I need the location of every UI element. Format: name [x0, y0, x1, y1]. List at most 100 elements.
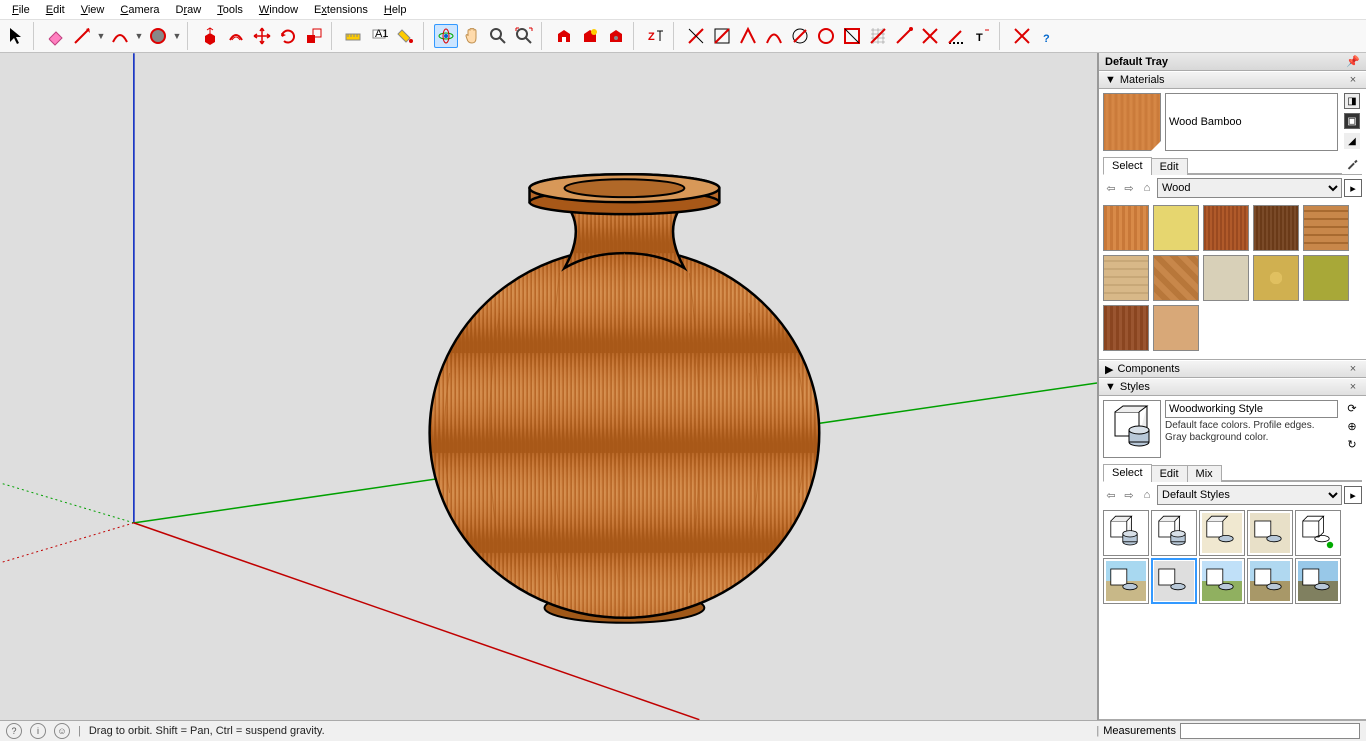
material-swatch-wood-bamboo[interactable] — [1103, 205, 1149, 251]
styles-nav-forward[interactable]: ⇨ — [1121, 487, 1137, 503]
style-thumb-5[interactable] — [1295, 510, 1341, 556]
materials-nav-back[interactable]: ⇦ — [1103, 180, 1119, 196]
red-tool-8[interactable] — [866, 24, 890, 48]
style-refresh-icon[interactable]: ↻ — [1344, 436, 1360, 452]
material-create-icon[interactable]: ▣ — [1344, 113, 1360, 129]
material-name-input[interactable] — [1165, 93, 1338, 151]
line-tool[interactable] — [70, 24, 94, 48]
3d-viewport[interactable] — [0, 53, 1098, 720]
material-swatch-wood-osb[interactable] — [1253, 255, 1299, 301]
style-new-icon[interactable]: ⊕ — [1344, 418, 1360, 434]
styles-tab-select[interactable]: Select — [1103, 464, 1152, 482]
text-tool[interactable]: A1 — [368, 24, 392, 48]
material-swatch-wood-parquet[interactable] — [1153, 255, 1199, 301]
material-swatch-wood-mahogany[interactable] — [1103, 305, 1149, 351]
components-panel-header[interactable]: ▶ Components × — [1099, 360, 1366, 378]
red-tool-5[interactable] — [788, 24, 812, 48]
style-thumb-1[interactable] — [1103, 510, 1149, 556]
status-help-icon[interactable]: ? — [6, 723, 22, 739]
move-tool[interactable] — [250, 24, 274, 48]
style-thumb-7[interactable] — [1151, 558, 1197, 604]
menu-draw[interactable]: Draw — [168, 2, 210, 18]
material-swatch-wood-ash[interactable] — [1203, 255, 1249, 301]
zoom-extents-tool[interactable] — [512, 24, 536, 48]
help-tool[interactable]: ? — [1036, 24, 1060, 48]
warehouse-share-tool[interactable] — [578, 24, 602, 48]
material-swatch-wood-floor[interactable] — [1303, 205, 1349, 251]
materials-details-icon[interactable]: ▸ — [1344, 179, 1362, 197]
extension-warehouse-tool[interactable] — [604, 24, 628, 48]
rotate-tool[interactable] — [276, 24, 300, 48]
red-tool-7[interactable] — [840, 24, 864, 48]
materials-close-icon[interactable]: × — [1346, 73, 1360, 87]
arc-tool[interactable] — [108, 24, 132, 48]
tray-pin-icon[interactable]: 📌 — [1346, 55, 1360, 69]
pushpull-tool[interactable] — [198, 24, 222, 48]
paint-tool[interactable] — [394, 24, 418, 48]
scale-tool[interactable] — [302, 24, 326, 48]
eyedropper-icon[interactable] — [1342, 157, 1362, 174]
orbit-tool[interactable] — [434, 24, 458, 48]
red-tool-2[interactable] — [710, 24, 734, 48]
pan-tool[interactable] — [460, 24, 484, 48]
menu-help[interactable]: Help — [376, 2, 415, 18]
red-tool-3[interactable] — [736, 24, 760, 48]
layer-z-tool[interactable]: Z — [644, 24, 668, 48]
materials-tab-edit[interactable]: Edit — [1151, 158, 1188, 175]
components-close-icon[interactable]: × — [1346, 362, 1360, 376]
style-thumb-9[interactable] — [1247, 558, 1293, 604]
menu-tools[interactable]: Tools — [209, 2, 251, 18]
style-preview-thumb[interactable] — [1103, 400, 1161, 458]
status-info-icon[interactable]: i — [30, 723, 46, 739]
materials-nav-forward[interactable]: ⇨ — [1121, 180, 1137, 196]
red-tool-9[interactable] — [892, 24, 916, 48]
tray-title-bar[interactable]: Default Tray 📌 — [1099, 53, 1366, 71]
styles-nav-back[interactable]: ⇦ — [1103, 487, 1119, 503]
styles-tab-edit[interactable]: Edit — [1151, 465, 1188, 482]
styles-library-select[interactable]: Default Styles — [1157, 485, 1342, 505]
eraser-tool[interactable] — [44, 24, 68, 48]
zoom-tool[interactable] — [486, 24, 510, 48]
style-thumb-10[interactable] — [1295, 558, 1341, 604]
menu-file[interactable]: File — [4, 2, 38, 18]
red-tool-4[interactable] — [762, 24, 786, 48]
red-tool-6[interactable] — [814, 24, 838, 48]
red-tool-10[interactable] — [918, 24, 942, 48]
material-display-icon[interactable]: ◨ — [1344, 93, 1360, 109]
styles-nav-home-icon[interactable]: ⌂ — [1139, 487, 1155, 503]
material-swatch-wood-cherry[interactable] — [1203, 205, 1249, 251]
tape-tool[interactable] — [342, 24, 366, 48]
offset-tool[interactable] — [224, 24, 248, 48]
style-thumb-8[interactable] — [1199, 558, 1245, 604]
material-swatch-wood-plank-lt[interactable] — [1103, 255, 1149, 301]
menu-view[interactable]: View — [73, 2, 113, 18]
status-user-icon[interactable]: ☺ — [54, 723, 70, 739]
style-thumb-3[interactable] — [1199, 510, 1245, 556]
line-dropdown[interactable]: ▼ — [96, 31, 106, 41]
vase-model[interactable] — [430, 174, 820, 623]
select-tool[interactable] — [4, 24, 28, 48]
menu-extensions[interactable]: Extensions — [306, 2, 376, 18]
warehouse-get-tool[interactable] — [552, 24, 576, 48]
style-thumb-2[interactable] — [1151, 510, 1197, 556]
style-update-icon[interactable]: ⟳ — [1344, 400, 1360, 416]
styles-details-icon[interactable]: ▸ — [1344, 486, 1362, 504]
measurements-input[interactable] — [1180, 723, 1360, 739]
arc-dropdown[interactable]: ▼ — [134, 31, 144, 41]
material-swatch-wood-dark-grain[interactable] — [1253, 205, 1299, 251]
materials-tab-select[interactable]: Select — [1103, 157, 1152, 175]
material-preview-swatch[interactable] — [1103, 93, 1161, 151]
text-tool-2[interactable]: T — [970, 24, 994, 48]
menu-edit[interactable]: Edit — [38, 2, 73, 18]
style-thumb-6[interactable] — [1103, 558, 1149, 604]
menu-window[interactable]: Window — [251, 2, 306, 18]
styles-panel-header[interactable]: ▼ Styles × — [1099, 378, 1366, 396]
styles-close-icon[interactable]: × — [1346, 380, 1360, 394]
shape-tool[interactable] — [146, 24, 170, 48]
materials-nav-home-icon[interactable]: ⌂ — [1139, 180, 1155, 196]
materials-library-select[interactable]: Wood — [1157, 178, 1342, 198]
red-tool-1[interactable] — [684, 24, 708, 48]
red-tool-12[interactable] — [1010, 24, 1034, 48]
style-name-input[interactable] — [1165, 400, 1338, 418]
shape-dropdown[interactable]: ▼ — [172, 31, 182, 41]
